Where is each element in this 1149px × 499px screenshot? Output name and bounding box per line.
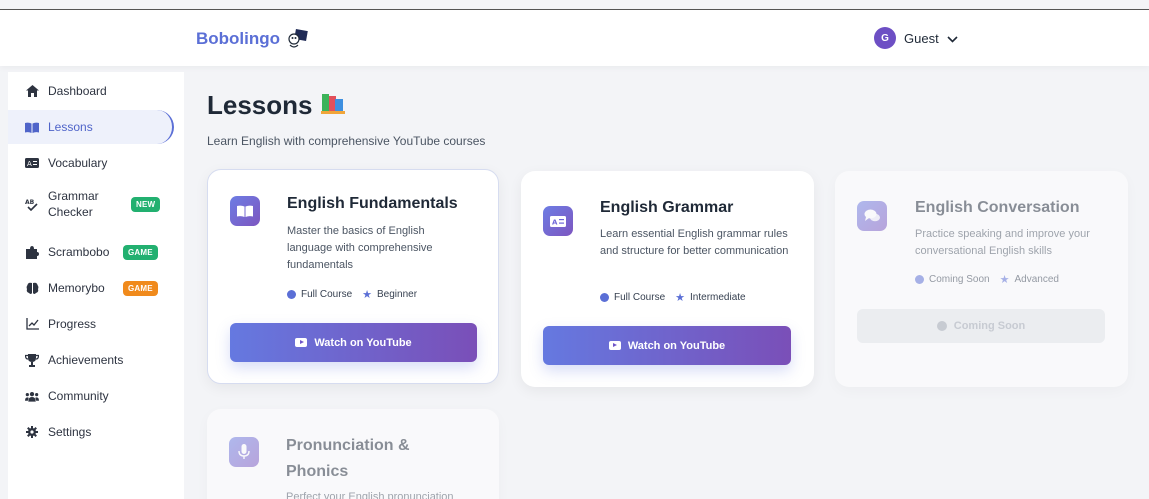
youtube-icon — [295, 338, 308, 347]
trophy-icon — [25, 353, 39, 367]
svg-text:AB: AB — [25, 199, 35, 206]
game-badge: GAME — [123, 245, 158, 260]
button-label: Watch on YouTube — [314, 336, 412, 349]
lesson-title: English Conversation — [915, 199, 1080, 216]
lesson-description: Practice speaking and improve your conve… — [915, 228, 1090, 257]
sidebar-item-grammar-checker[interactable]: AB Grammar Checker NEW — [8, 182, 174, 226]
lesson-card-grammar: A English Grammar Learn essential Englis… — [521, 171, 814, 387]
sidebar-item-community[interactable]: Community — [8, 379, 174, 413]
sidebar: Dashboard Lessons A Vocabulary AB Gramma… — [8, 72, 184, 499]
book-open-icon — [230, 196, 260, 226]
clock-icon — [287, 290, 296, 299]
sidebar-item-label: Vocabulary — [48, 156, 108, 170]
sidebar-item-lessons[interactable]: Lessons — [8, 110, 174, 144]
sidebar-item-label: Settings — [48, 425, 92, 439]
book-icon — [25, 120, 39, 134]
lesson-description: Master the basics of English language wi… — [287, 225, 433, 271]
sidebar-item-label: Memorybo — [48, 281, 105, 295]
page-title-text: Lessons — [207, 90, 313, 120]
sidebar-item-achievements[interactable]: Achievements — [8, 343, 174, 377]
youtube-icon — [608, 341, 621, 350]
clock-icon — [600, 293, 609, 302]
sidebar-item-label: Scrambobo — [48, 245, 110, 259]
lesson-level: Intermediate — [690, 292, 746, 303]
sidebar-item-settings[interactable]: Settings — [8, 415, 174, 449]
sidebar-item-memorybo[interactable]: Memorybo GAME — [8, 271, 174, 305]
lesson-card-conversation: English Conversation Practice speaking a… — [835, 171, 1128, 387]
sidebar-item-vocabulary[interactable]: A Vocabulary — [8, 146, 174, 180]
clock-icon — [915, 275, 924, 284]
brand-name: Bobolingo — [196, 29, 281, 48]
lesson-description: Learn essential English grammar rules an… — [600, 228, 789, 257]
books-icon — [320, 90, 345, 121]
clock-icon — [936, 321, 947, 331]
lesson-meta: Full Course ★ Beginner — [287, 288, 417, 301]
svg-text:A: A — [27, 160, 32, 168]
sidebar-item-label: Grammar Checker — [48, 189, 99, 219]
button-label: Watch on YouTube — [627, 339, 726, 352]
user-name: Guest — [904, 30, 939, 46]
users-icon — [25, 389, 39, 403]
gear-icon — [25, 425, 39, 439]
new-badge: NEW — [131, 197, 161, 212]
lesson-level: Beginner — [377, 289, 418, 300]
lesson-type: Coming Soon — [929, 274, 990, 285]
page-subtitle: Learn English with comprehensive YouTube… — [207, 134, 486, 148]
lesson-description: Perfect your English pronunciation — [286, 491, 454, 499]
puzzle-icon — [25, 245, 39, 259]
lesson-type: Full Course — [614, 292, 666, 303]
brain-icon — [25, 281, 39, 295]
sidebar-item-label: Lessons — [48, 120, 93, 134]
sidebar-item-label: Dashboard — [48, 84, 107, 98]
microphone-icon — [229, 437, 259, 467]
mascot-icon — [286, 28, 308, 50]
sidebar-item-dashboard[interactable]: Dashboard — [8, 74, 174, 108]
page-title: Lessons — [207, 90, 345, 121]
lesson-meta: Full Course ★ Intermediate — [600, 291, 746, 304]
comments-icon — [857, 201, 887, 231]
lesson-title: Pronunciation & Phonics — [286, 437, 410, 480]
chart-line-icon — [25, 317, 39, 331]
user-menu[interactable]: G Guest — [874, 27, 958, 49]
sidebar-item-scrambobo[interactable]: Scrambobo GAME — [8, 235, 174, 269]
home-icon — [25, 84, 39, 98]
lesson-title: English Fundamentals — [287, 195, 458, 212]
watch-on-youtube-button[interactable]: Watch on YouTube — [230, 323, 477, 362]
coming-soon-button[interactable]: Coming Soon — [857, 309, 1105, 343]
svg-text:A: A — [552, 218, 558, 226]
brand-logo[interactable]: Bobolingo — [196, 28, 308, 50]
vocabulary-icon: A — [25, 156, 39, 170]
avatar: G — [874, 27, 896, 49]
lesson-type: Full Course — [301, 289, 353, 300]
lesson-meta: Coming Soon ★ Advanced — [915, 273, 1059, 286]
top-header: Bobolingo G Guest — [0, 10, 1149, 66]
language-icon: A — [543, 206, 573, 236]
star-icon: ★ — [999, 274, 1010, 286]
star-icon: ★ — [362, 289, 373, 301]
star-icon: ★ — [675, 292, 686, 304]
game-badge: GAME — [123, 281, 158, 296]
sidebar-item-progress[interactable]: Progress — [8, 307, 174, 341]
chevron-down-icon — [947, 31, 958, 46]
sidebar-item-label: Community — [48, 389, 109, 403]
button-label: Coming Soon — [953, 320, 1026, 332]
watch-on-youtube-button[interactable]: Watch on YouTube — [543, 326, 791, 365]
lesson-card-pronunciation: Pronunciation & Phonics Perfect your Eng… — [207, 409, 499, 499]
sidebar-item-label: Progress — [48, 317, 97, 331]
lesson-title: English Grammar — [600, 199, 734, 216]
sidebar-item-label: Achievements — [48, 353, 124, 367]
spellcheck-icon: AB — [25, 197, 39, 211]
lesson-level: Advanced — [1014, 274, 1059, 285]
lesson-card-fundamentals: English Fundamentals Master the basics o… — [207, 169, 499, 384]
